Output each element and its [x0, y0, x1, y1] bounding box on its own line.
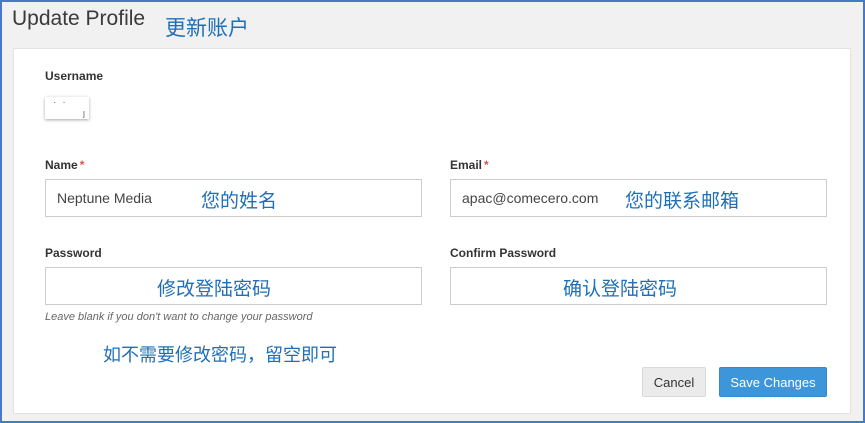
- page-title: Update Profile: [12, 7, 146, 30]
- password-label: Password: [45, 246, 102, 260]
- avatar[interactable]: ·· ȷ: [45, 97, 89, 119]
- required-marker: *: [484, 158, 489, 172]
- confirm-password-label: Confirm Password: [450, 246, 557, 260]
- avatar-image: ··: [53, 97, 72, 108]
- email-label: Email *: [450, 158, 489, 172]
- required-marker: *: [79, 158, 85, 172]
- email-input-value: apac@comecero.com: [462, 190, 599, 206]
- confirm-password-annotation: 确认登陆密码: [563, 278, 678, 300]
- save-changes-button[interactable]: Save Changes: [719, 367, 827, 397]
- username-label: Username: [45, 69, 104, 83]
- password-annotation: 修改登陆密码: [157, 278, 272, 300]
- name-input-value: Neptune Media: [57, 190, 152, 206]
- name-annotation: 您的姓名: [201, 190, 278, 212]
- name-label: Name *: [45, 158, 84, 172]
- avatar-glyph: ȷ: [83, 108, 85, 118]
- email-annotation: 您的联系邮箱: [625, 190, 740, 212]
- cancel-button[interactable]: Cancel: [642, 367, 706, 397]
- email-label-text: Email: [450, 158, 483, 172]
- hint-annotation: 如不需要修改密码，留空即可: [103, 345, 337, 366]
- title-annotation: 更新账户: [165, 16, 249, 40]
- password-hint: Leave blank if you don't want to change …: [45, 311, 313, 323]
- name-label-text: Name: [45, 158, 78, 172]
